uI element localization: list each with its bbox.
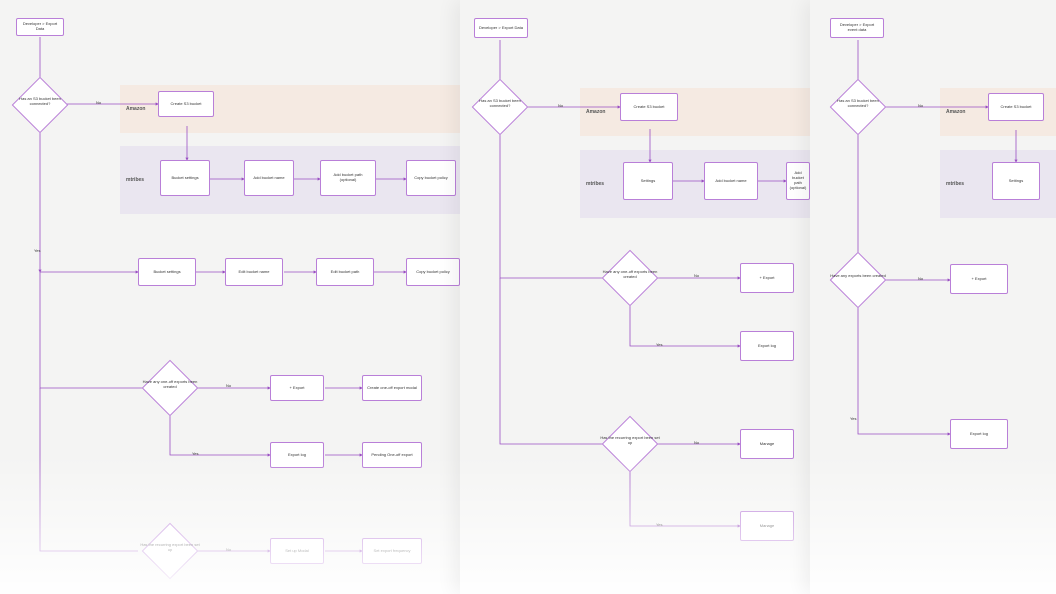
flowchart-panel-2: Amazon mtribes Developer > Export Data H… (460, 0, 810, 594)
edge-no: No (694, 273, 699, 278)
export-log: Export log (270, 442, 324, 468)
decision-s3-bucket-label: Has an S3 bucket been connected? (10, 97, 70, 106)
settings: Settings (623, 162, 673, 200)
decision-recurring-label: Has the recurring export been set up (140, 543, 200, 552)
connectors-p1 (0, 0, 460, 594)
start-node: Developer > Export Data (16, 18, 64, 36)
export-log: Export log (950, 419, 1008, 449)
flowchart-panel-3: Amazon mtribes Developer > Export event … (810, 0, 1056, 594)
edit-bucket-name: Edit bucket name (225, 258, 283, 286)
add-bucket-path: Add bucket path (optional) (786, 162, 810, 200)
edge-no: No (918, 276, 923, 281)
plus-export: + Export (270, 375, 324, 401)
copy-bucket-policy: Copy bucket policy (406, 160, 456, 196)
manage-2: Manage (740, 511, 794, 541)
set-export-frequency: Set export frequency (362, 538, 422, 564)
manage-1: Manage (740, 429, 794, 459)
decision-exports-label: Have any exports been created (828, 274, 888, 279)
export-log: Export log (740, 331, 794, 361)
add-bucket-path: Add bucket path (optional) (320, 160, 376, 196)
start-node: Developer > Export Data (474, 18, 528, 38)
edge-yes: Yes (656, 522, 663, 527)
plus-export: + Export (950, 264, 1008, 294)
edge-no: No (558, 103, 563, 108)
decision-s3-bucket-label: Has an S3 bucket been connected? (828, 99, 888, 108)
pending-oneoff: Pending One-off export (362, 442, 422, 468)
create-s3-bucket: Create S3 bucket (620, 93, 678, 121)
plus-export: + Export (740, 263, 794, 293)
create-s3-bucket: Create S3 bucket (158, 91, 214, 117)
decision-oneoff-label: Have any one-off exports been created (140, 380, 200, 389)
edge-yes: Yes (850, 416, 857, 421)
add-bucket-name: Add bucket name (704, 162, 758, 200)
edge-no: No (226, 547, 231, 552)
setup-modal: Set up Modal (270, 538, 324, 564)
edge-no: No (226, 383, 231, 388)
create-s3-bucket: Create S3 bucket (988, 93, 1044, 121)
copy-bucket-policy-2: Copy bucket policy (406, 258, 460, 286)
edge-no: No (918, 103, 923, 108)
decision-recurring-label: Has the recurring export been set up (600, 436, 660, 445)
decision-oneoff-label: Have any one-off exports been created (600, 270, 660, 279)
add-bucket-name: Add bucket name (244, 160, 294, 196)
flowchart-panel-1: Amazon mtribes Developer > Export Data H… (0, 0, 460, 594)
edit-bucket-path: Edit bucket path (316, 258, 374, 286)
edge-yes: Yes (192, 451, 199, 456)
bucket-settings-2: Bucket settings (138, 258, 196, 286)
decision-s3-bucket-label: Has an S3 bucket been connected? (470, 99, 530, 108)
edge-yes: Yes (34, 248, 41, 253)
start-node: Developer > Export event data (830, 18, 884, 38)
edge-no: No (96, 100, 101, 105)
edge-yes: Yes (656, 342, 663, 347)
settings: Settings (992, 162, 1040, 200)
edge-no: No (694, 440, 699, 445)
create-oneoff-modal: Create one-off export modal (362, 375, 422, 401)
bucket-settings: Bucket settings (160, 160, 210, 196)
